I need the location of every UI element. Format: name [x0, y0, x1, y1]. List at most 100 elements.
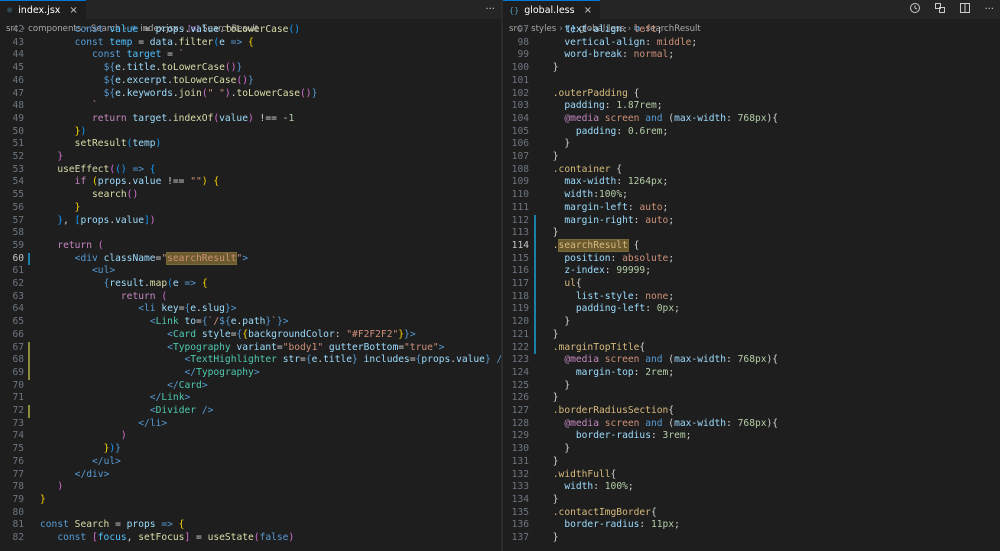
code-line[interactable]: 55 search(): [0, 189, 501, 202]
code-line[interactable]: 57}, [props.value]): [0, 215, 501, 228]
code-line[interactable]: 52}: [0, 151, 501, 164]
code-line[interactable]: 78): [0, 481, 501, 494]
code-line[interactable]: 71 </Link>: [0, 392, 501, 405]
code-line[interactable]: 44 const target = `: [0, 49, 501, 62]
code-line[interactable]: 107}: [503, 151, 1000, 164]
code-line[interactable]: 64 <li key={e.slug}>: [0, 303, 501, 316]
git-change-indicator[interactable]: [28, 405, 30, 418]
code-line[interactable]: 137}: [503, 532, 1000, 545]
code-line[interactable]: 46 ${e.excerpt.toLowerCase()}: [0, 75, 501, 88]
code-line[interactable]: 130}: [503, 443, 1000, 456]
code-line[interactable]: 65 <Link to={`/${e.path}`}>: [0, 316, 501, 329]
code-line[interactable]: 42 const value = props.value.toLowerCase(…: [0, 24, 501, 37]
code-line[interactable]: 97 text-align: left;: [503, 24, 1000, 37]
code-line[interactable]: 116 z-index: 99999;: [503, 265, 1000, 278]
code-line[interactable]: 102 .outerPadding {: [503, 88, 1000, 101]
code-line[interactable]: 129 border-radius: 3rem;: [503, 430, 1000, 443]
code-line[interactable]: 49 return target.indexOf(value) !== -1: [0, 113, 501, 126]
code-line[interactable]: 110 width:100%;: [503, 189, 1000, 202]
code-line[interactable]: 50}): [0, 126, 501, 139]
code-line[interactable]: 47 ${e.keywords.join(" ").toLowerCase()}: [0, 88, 501, 101]
code-line[interactable]: 45 ${e.title.toLowerCase()}: [0, 62, 501, 75]
code-line[interactable]: 59 return (: [0, 240, 501, 253]
code-line[interactable]: 60 <div className="searchResult">: [0, 251, 501, 266]
code-line[interactable]: 101: [503, 75, 1000, 88]
code-line[interactable]: 103 padding: 1.87rem;: [503, 100, 1000, 113]
code-line[interactable]: 98 vertical-align: middle;: [503, 37, 1000, 50]
code-line[interactable]: 135 .contactImgBorder{: [503, 507, 1000, 520]
close-icon[interactable]: ×: [69, 5, 77, 16]
more-actions-icon[interactable]: ···: [485, 4, 495, 15]
code-line[interactable]: 58: [0, 227, 501, 240]
code-line[interactable]: 66 <Card style={{backgroundColor: "#F2F2F…: [0, 329, 501, 342]
code-line[interactable]: 53 useEffect(() => {: [0, 164, 501, 177]
code-line[interactable]: 68 <TextHighlighter str={e.title} include…: [0, 354, 501, 367]
code-line[interactable]: 81 const Search = props => {: [0, 519, 501, 532]
code-line[interactable]: 54 if (props.value !== "") {: [0, 176, 501, 189]
code-line[interactable]: 109 max-width: 1264px;: [503, 176, 1000, 189]
code-line[interactable]: 132 .widthFull{: [503, 469, 1000, 482]
split-editor-icon[interactable]: [959, 2, 971, 17]
compare-changes-icon[interactable]: [934, 2, 946, 17]
code-line[interactable]: 119 padding-left: 0px;: [503, 303, 1000, 316]
code-editor-left[interactable]: 42 const value = props.value.toLowerCase(…: [0, 24, 501, 551]
more-actions-icon[interactable]: ···: [984, 4, 994, 15]
code-line[interactable]: 51 setResult(temp): [0, 138, 501, 151]
code-line[interactable]: 99 word-break: normal;: [503, 49, 1000, 62]
code-line[interactable]: 62 {result.map(e => {: [0, 278, 501, 291]
code-line[interactable]: 76 </ul>: [0, 456, 501, 469]
code-line[interactable]: 125}: [503, 380, 1000, 393]
git-change-indicator[interactable]: [28, 252, 30, 266]
code-line[interactable]: 73 </li>: [0, 418, 501, 431]
code-line[interactable]: 121}: [503, 329, 1000, 342]
code-line[interactable]: 100}: [503, 62, 1000, 75]
code-line[interactable]: 115 position: absolute;: [503, 253, 1000, 266]
code-line[interactable]: 106}: [503, 138, 1000, 151]
line-number: 99: [517, 49, 529, 61]
code-line[interactable]: 69 </Typography>: [0, 367, 501, 380]
close-icon[interactable]: ×: [584, 5, 592, 16]
code-text: .searchResult {: [552, 238, 640, 252]
code-line[interactable]: 118 list-style: none;: [503, 291, 1000, 304]
code-line[interactable]: 126}: [503, 392, 1000, 405]
code-line[interactable]: 75})}: [0, 443, 501, 456]
code-editor-right[interactable]: 97 text-align: left; 98 vertical-align: mid…: [503, 24, 1000, 551]
code-line[interactable]: 112 margin-right: auto;: [503, 215, 1000, 228]
code-line[interactable]: 104 @media screen and (max-width: 768px){: [503, 113, 1000, 126]
code-line[interactable]: 77 </div>: [0, 469, 501, 482]
code-line[interactable]: 113}: [503, 227, 1000, 240]
code-line[interactable]: 56}: [0, 202, 501, 215]
code-line[interactable]: 117 ul{: [503, 278, 1000, 291]
code-line[interactable]: 82 const [focus, setFocus] = useState(fal…: [0, 532, 501, 545]
code-line[interactable]: 43 const temp = data.filter(e => {: [0, 37, 501, 50]
code-line[interactable]: 127 .borderRadiusSection{: [503, 405, 1000, 418]
code-line[interactable]: 123 @media screen and (max-width: 768px){: [503, 354, 1000, 367]
tab-index-jsx[interactable]: ⚛ index.jsx ×: [0, 0, 86, 19]
code-line[interactable]: 67 <Typography variant="body1" gutterBott…: [0, 342, 501, 355]
code-line[interactable]: 128 @media screen and (max-width: 768px){: [503, 418, 1000, 431]
code-line[interactable]: 122 .marginTopTitle{: [503, 342, 1000, 355]
code-line[interactable]: 48 `: [0, 100, 501, 113]
code-line[interactable]: 124 margin-top: 2rem;: [503, 367, 1000, 380]
code-line[interactable]: 114 .searchResult {: [503, 238, 1000, 253]
code-line[interactable]: 131}: [503, 456, 1000, 469]
timeline-icon[interactable]: [909, 2, 921, 17]
code-line[interactable]: 111 margin-left: auto;: [503, 202, 1000, 215]
code-line[interactable]: 80: [0, 507, 501, 520]
tab-global-less[interactable]: {} global.less ×: [503, 0, 600, 19]
code-line[interactable]: 74): [0, 430, 501, 443]
code-text: }: [74, 201, 81, 213]
code-line[interactable]: 63 return (: [0, 291, 501, 304]
code-line[interactable]: 120}: [503, 316, 1000, 329]
git-change-indicator[interactable]: [534, 214, 536, 355]
code-line[interactable]: 136 border-radius: 11px;: [503, 519, 1000, 532]
code-line[interactable]: 134}: [503, 494, 1000, 507]
code-line[interactable]: 79}: [0, 494, 501, 507]
git-change-indicator[interactable]: [28, 341, 30, 380]
code-line[interactable]: 61 <ul>: [0, 265, 501, 278]
code-line[interactable]: 72 <Divider />: [0, 405, 501, 418]
code-line[interactable]: 105 padding: 0.6rem;: [503, 126, 1000, 139]
code-line[interactable]: 70 </Card>: [0, 380, 501, 393]
code-line[interactable]: 133 width: 100%;: [503, 481, 1000, 494]
code-line[interactable]: 108 .container {: [503, 164, 1000, 177]
